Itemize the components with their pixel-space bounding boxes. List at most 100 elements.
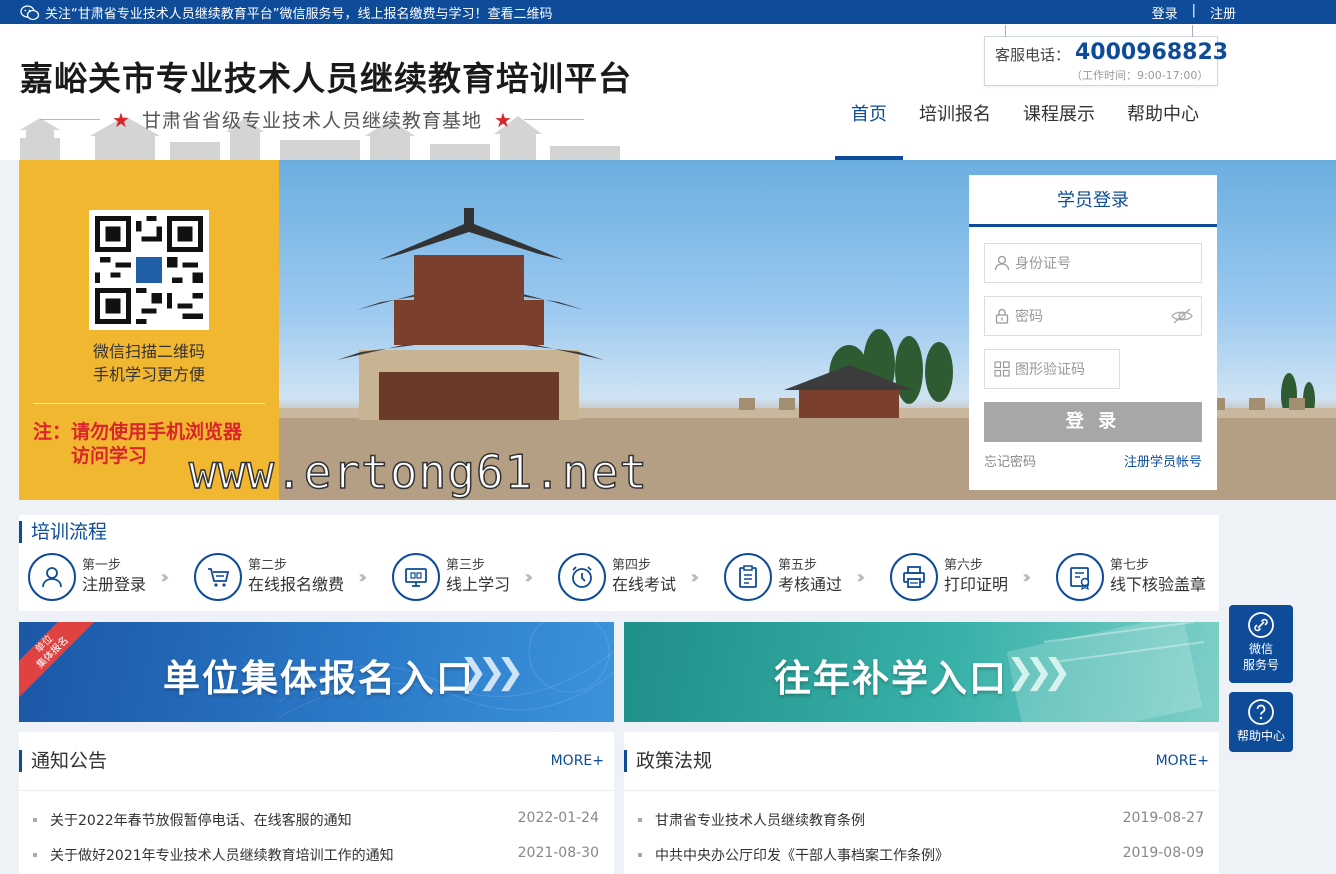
main-nav: 首页 培训报名 课程展示 帮助中心 [835, 90, 1215, 160]
top-bar: 关注“甘肃省专业技术人员继续教育平台”微信服务号，线上报名缴费与学习！查看二维码… [0, 0, 1336, 24]
hotline-number: 4000968823 [1075, 40, 1229, 65]
login-button[interactable]: 登 录 [984, 402, 1202, 442]
notice-date: 2022-01-24 [517, 810, 599, 826]
step-arrow: ››› [358, 567, 367, 588]
nav-help[interactable]: 帮助中心 [1111, 90, 1215, 160]
monitor-icon [405, 568, 427, 587]
makeup-study-entrance[interactable]: 往年补学入口 ❯❯❯ [624, 622, 1219, 722]
policy-title: 甘肃省专业技术人员继续教育条例 [655, 813, 865, 829]
top-register-link[interactable]: 注册 [1210, 3, 1236, 22]
step-label: 在线报名缴费 [248, 575, 345, 594]
wechat-qr-code [89, 210, 209, 330]
watermark-text: www.ertong61.net [188, 444, 649, 500]
step-arrow: ››› [1022, 567, 1031, 588]
notices-section: 通知公告 MORE+ 关于2022年春节放假暂停电话、在线客服的通知 2022-0… [19, 732, 614, 874]
login-panel: 学员登录 身份证号 密码 图形验证码 登 录 忘记密码 注册学员帐号 [969, 175, 1217, 490]
policies-section: 政策法规 MORE+ 甘肃省专业技术人员继续教育条例 2019-08-27 中共中… [624, 732, 1219, 874]
password-input[interactable]: 密码 [984, 296, 1202, 336]
chevrons-right-icon: ❯❯❯ [1006, 652, 1072, 692]
hotline-box: 客服电话： 4000968823 （工作时间：9:00-17:00） [984, 25, 1228, 86]
eye-hidden-icon[interactable] [1171, 307, 1193, 325]
step-label: 注册登录 [82, 575, 147, 594]
makeup-study-label: 往年补学入口 [774, 657, 1008, 700]
nav-courses[interactable]: 课程展示 [1007, 90, 1111, 160]
captcha-placeholder: 图形验证码 [1015, 362, 1085, 378]
flow-step-5: 第五步 考核通过 [724, 553, 842, 601]
top-login-link[interactable]: 登录 [1152, 3, 1178, 22]
star-icon: ★ [493, 107, 512, 132]
float-help-label: 帮助中心 [1236, 729, 1285, 743]
policies-more-link[interactable]: MORE+ [1156, 753, 1209, 769]
flow-step-4: 第四步 在线考试 [558, 553, 676, 601]
policies-title: 政策法规 [624, 750, 712, 772]
flow-step-6: 第六步 打印证明 [890, 553, 1008, 601]
policy-date: 2019-08-09 [1122, 845, 1204, 861]
step-arrow: ››› [856, 567, 865, 588]
qr-caption: 微信扫描二维码 手机学习更方便 [19, 340, 279, 386]
step-number: 第二步 [248, 558, 288, 573]
link-icon [1248, 612, 1274, 638]
flow-step-2: 第二步 在线报名缴费 [194, 553, 344, 601]
notice-title: 关于2022年春节放假暂停电话、在线客服的通知 [50, 813, 352, 829]
step-arrow: ››› [524, 567, 533, 588]
nav-training-signup[interactable]: 培训报名 [903, 90, 1007, 160]
question-icon [1248, 699, 1274, 725]
hotline-hours: （工作时间：9:00-17:00） [1071, 69, 1209, 82]
flow-step-1: 第一步 注册登录 [28, 553, 146, 601]
step-label: 在线考试 [612, 575, 677, 594]
step-number: 第六步 [944, 558, 984, 573]
site-title: 嘉峪关市专业技术人员继续教育培训平台 [20, 59, 632, 98]
wechat-service-float-button[interactable]: 微信 服务号 [1229, 605, 1293, 683]
list-item[interactable]: 甘肃省专业技术人员继续教育条例 2019-08-27 [636, 810, 1204, 845]
user-icon [42, 567, 62, 588]
printer-icon [903, 566, 925, 588]
certificate-icon [1070, 567, 1090, 591]
subtitle-row: ★ 甘肃省省级专业技术人员继续教育基地 ★ [40, 106, 584, 133]
step-number: 第三步 [446, 558, 486, 573]
register-account-link[interactable]: 注册学员帐号 [1124, 451, 1202, 470]
step-label: 线上学习 [446, 575, 511, 594]
step-number: 第五步 [778, 558, 818, 573]
wechat-icon [20, 4, 40, 20]
list-item[interactable]: 关于2022年春节放假暂停电话、在线客服的通知 2022-01-24 [31, 810, 599, 845]
site-header: 嘉峪关市专业技术人员继续教育培训平台 ★ 甘肃省省级专业技术人员继续教育基地 ★… [0, 24, 1336, 160]
hotline-label: 客服电话： [995, 46, 1071, 64]
group-signup-label: 单位集体报名入口 [163, 657, 475, 700]
step-label: 打印证明 [944, 575, 1009, 594]
list-item[interactable]: 中共中央办公厅印发《干部人事档案工作条例》 2019-08-09 [636, 845, 1204, 874]
captcha-input[interactable]: 图形验证码 [984, 349, 1120, 389]
login-title: 学员登录 [969, 175, 1217, 227]
float-wechat-line-2: 服务号 [1242, 658, 1279, 672]
policy-date: 2019-08-27 [1122, 810, 1204, 826]
id-number-input[interactable]: 身份证号 [984, 243, 1202, 283]
step-number: 第一步 [82, 558, 122, 573]
step-arrow: ››› [160, 567, 169, 588]
warning-line-1: 注：请勿使用手机浏览器 [33, 421, 243, 443]
float-wechat-line-1: 微信 [1248, 642, 1273, 656]
notices-more-link[interactable]: MORE+ [551, 753, 604, 769]
step-label: 考核通过 [778, 575, 843, 594]
site-subtitle: 甘肃省省级专业技术人员继续教育基地 [141, 110, 482, 132]
grid-icon [994, 361, 1010, 377]
wechat-notice[interactable]: 关注“甘肃省专业技术人员继续教育平台”微信服务号，线上报名缴费与学习！查看二维码 [20, 3, 552, 22]
password-placeholder: 密码 [1015, 309, 1043, 325]
nav-home[interactable]: 首页 [835, 90, 903, 160]
step-number: 第七步 [1110, 558, 1150, 573]
clock-icon [572, 566, 592, 588]
forgot-password-link[interactable]: 忘记密码 [984, 451, 1036, 470]
id-number-placeholder: 身份证号 [1015, 256, 1071, 272]
top-separator: | [1191, 3, 1196, 18]
list-item[interactable]: 关于做好2021年专业技术人员继续教育培训工作的通知 2021-08-30 [31, 845, 599, 874]
help-center-float-button[interactable]: 帮助中心 [1229, 692, 1293, 752]
training-flow: 培训流程 第一步 注册登录 ››› 第二步 在线报名缴费 ››› 第三步 线上学习 ›… [19, 515, 1219, 611]
qr-caption-line-2: 手机学习更方便 [92, 365, 205, 384]
chevrons-right-icon: ❯❯❯ [459, 652, 525, 692]
step-number: 第四步 [612, 558, 652, 573]
notice-title: 关于做好2021年专业技术人员继续教育培训工作的通知 [50, 848, 394, 864]
user-icon [994, 255, 1010, 271]
group-signup-entrance[interactable]: 单位 集体报名 单位集体报名入口 ❯❯❯ [19, 622, 614, 722]
notices-title: 通知公告 [19, 750, 107, 772]
step-label: 线下核验盖章 [1110, 575, 1207, 594]
cart-icon [208, 568, 230, 587]
star-icon: ★ [112, 107, 130, 132]
